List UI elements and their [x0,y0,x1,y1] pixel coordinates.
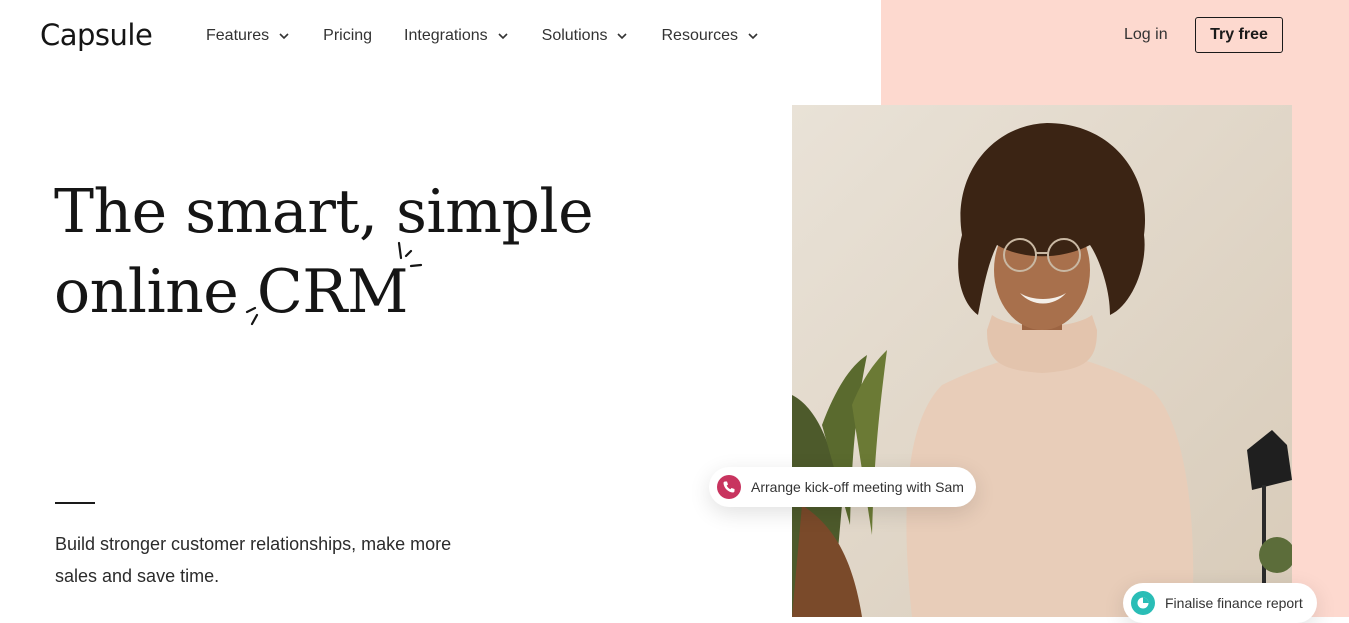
headline-line-2: online CRM [54,241,654,332]
task-label: Finalise finance report [1165,595,1303,611]
hero-subheading: Build stronger customer relationships, m… [55,534,452,586]
headline-emphasis-wrap: CRM [245,241,422,332]
login-link[interactable]: Log in [1124,26,1168,44]
nav-item-label: Resources [661,27,738,44]
divider-rule [55,502,95,504]
nav-item-label: Pricing [323,27,373,44]
headline-line-1: The smart, simple [54,177,594,247]
chevron-down-icon [617,33,628,40]
nav-item-solutions[interactable]: Solutions [542,26,630,46]
chevron-down-icon [279,33,289,40]
capsule-logo[interactable]: Capsule [40,18,153,52]
headline-prefix: online [54,257,257,327]
task-label: Arrange kick-off meeting with Sam [751,479,964,495]
try-free-button[interactable]: Try free [1195,17,1283,53]
task-chip: Finalise finance report [1123,583,1317,623]
nav-item-pricing[interactable]: Pricing [323,26,372,46]
nav-item-label: Features [206,27,270,44]
main-nav: Features Pricing Integrations Solutions … [206,26,792,46]
phone-icon [717,475,741,499]
hero-headline: The smart, simple online CRM [54,172,654,332]
headline-emphasis: CRM [256,257,409,327]
chevron-down-icon [748,33,758,40]
nav-item-label: Integrations [404,27,488,44]
chevron-down-icon [498,33,508,40]
pie-chart-icon [1131,591,1155,615]
nav-item-resources[interactable]: Resources [661,26,759,46]
hero-photo [792,105,1292,617]
task-chip: Arrange kick-off meeting with Sam [709,467,976,507]
nav-item-integrations[interactable]: Integrations [404,26,510,46]
nav-item-features[interactable]: Features [206,26,291,46]
nav-item-label: Solutions [541,27,608,44]
